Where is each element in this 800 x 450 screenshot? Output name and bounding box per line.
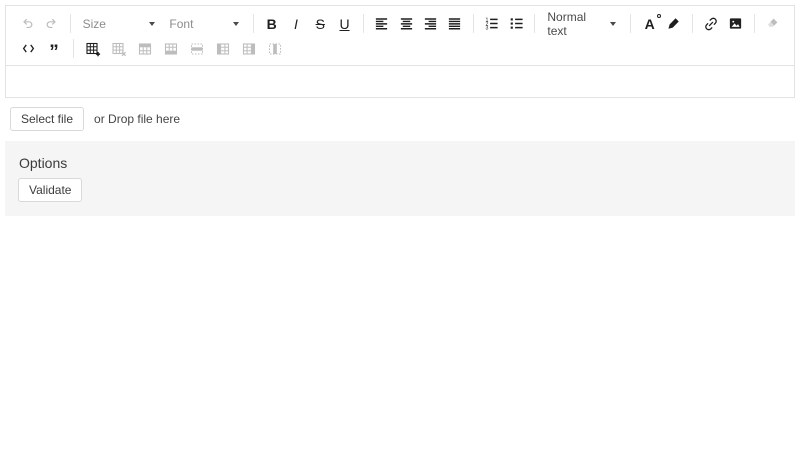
chevron-down-icon xyxy=(149,21,156,26)
options-title: Options xyxy=(19,155,68,171)
toolbar-row-2: ” xyxy=(15,37,785,62)
text-color-button[interactable]: A xyxy=(637,13,661,34)
delete-row-icon xyxy=(191,43,203,54)
align-left-button[interactable] xyxy=(370,13,394,34)
eraser-icon xyxy=(768,18,778,27)
toolbar-divider xyxy=(362,14,364,33)
bullet-list-icon xyxy=(510,18,523,29)
size-dropdown[interactable]: Size xyxy=(77,13,164,34)
code-icon xyxy=(22,44,34,53)
strikethrough-button[interactable]: S xyxy=(308,13,332,34)
options-panel: Options Validate xyxy=(5,141,795,216)
paragraph-style-label: Normal text xyxy=(547,9,587,38)
blockquote-button[interactable]: ” xyxy=(41,38,67,62)
drop-file-hint: or Drop file here xyxy=(94,112,181,126)
insert-column-right-icon xyxy=(242,42,256,55)
toolbar-divider xyxy=(69,14,71,33)
insert-row-below-icon xyxy=(164,42,178,55)
toolbar-divider xyxy=(630,14,632,33)
underline-button[interactable]: U xyxy=(332,13,356,34)
align-justify-button[interactable] xyxy=(443,13,467,34)
insert-table-icon xyxy=(86,42,101,56)
delete-table-icon xyxy=(112,42,127,56)
editor-toolbar: Size Font B I S U 1 2 3 Normal text A ” xyxy=(6,6,794,66)
chevron-down-icon xyxy=(610,21,617,26)
italic-button[interactable]: I xyxy=(284,13,308,34)
toolbar-divider xyxy=(753,14,755,33)
rich-text-editor: Size Font B I S U 1 2 3 Normal text A ” xyxy=(5,5,795,98)
eraser-button[interactable] xyxy=(761,13,785,34)
insert-table-button[interactable] xyxy=(80,38,106,59)
align-right-icon xyxy=(424,18,436,30)
insert-column-left-button[interactable] xyxy=(210,38,236,59)
insert-row-below-button[interactable] xyxy=(158,38,184,59)
image-icon xyxy=(729,18,742,29)
insert-row-above-button[interactable] xyxy=(132,38,158,59)
redo-icon xyxy=(46,18,56,29)
toolbar-divider xyxy=(534,14,536,33)
align-center-button[interactable] xyxy=(394,13,418,34)
undo-button[interactable] xyxy=(15,13,39,34)
redo-button[interactable] xyxy=(39,13,63,34)
toolbar-divider xyxy=(73,39,74,58)
image-button[interactable] xyxy=(723,13,747,34)
align-right-button[interactable] xyxy=(418,13,442,34)
font-dropdown-label: Font xyxy=(169,16,194,31)
undo-icon xyxy=(22,18,32,29)
link-button[interactable] xyxy=(699,13,723,34)
select-file-button[interactable]: Select file xyxy=(10,107,85,131)
ordered-list-icon: 1 2 3 xyxy=(486,17,499,32)
highlight-pen-button[interactable] xyxy=(662,13,686,34)
delete-column-icon xyxy=(269,43,281,54)
code-button[interactable] xyxy=(15,38,41,59)
delete-table-button[interactable] xyxy=(106,38,132,59)
align-center-icon xyxy=(400,18,412,30)
text-color-icon: A xyxy=(645,13,661,31)
paragraph-style-dropdown[interactable]: Normal text xyxy=(541,10,624,38)
bold-button[interactable]: B xyxy=(260,13,284,34)
file-upload-row: Select file or Drop file here xyxy=(10,107,795,131)
align-left-icon xyxy=(376,18,388,30)
insert-column-right-button[interactable] xyxy=(236,38,262,59)
svg-text:3: 3 xyxy=(486,26,489,32)
link-icon xyxy=(705,17,718,30)
delete-column-button[interactable] xyxy=(262,38,288,59)
font-dropdown[interactable]: Font xyxy=(163,13,246,34)
delete-row-button[interactable] xyxy=(184,38,210,59)
editor-content[interactable] xyxy=(6,66,794,97)
toolbar-row-1: Size Font B I S U 1 2 3 Normal text A xyxy=(15,10,785,38)
toolbar-divider xyxy=(472,14,474,33)
align-justify-icon xyxy=(449,18,461,30)
toolbar-divider xyxy=(692,14,694,33)
highlight-pen-icon xyxy=(668,18,680,29)
insert-column-left-icon xyxy=(216,42,230,55)
ordered-list-button[interactable]: 1 2 3 xyxy=(480,13,504,34)
insert-row-above-icon xyxy=(138,42,152,55)
toolbar-divider xyxy=(252,14,254,33)
chevron-down-icon xyxy=(232,21,239,26)
validate-button[interactable]: Validate xyxy=(18,178,83,202)
bullet-list-button[interactable] xyxy=(504,13,528,34)
size-dropdown-label: Size xyxy=(82,16,106,31)
